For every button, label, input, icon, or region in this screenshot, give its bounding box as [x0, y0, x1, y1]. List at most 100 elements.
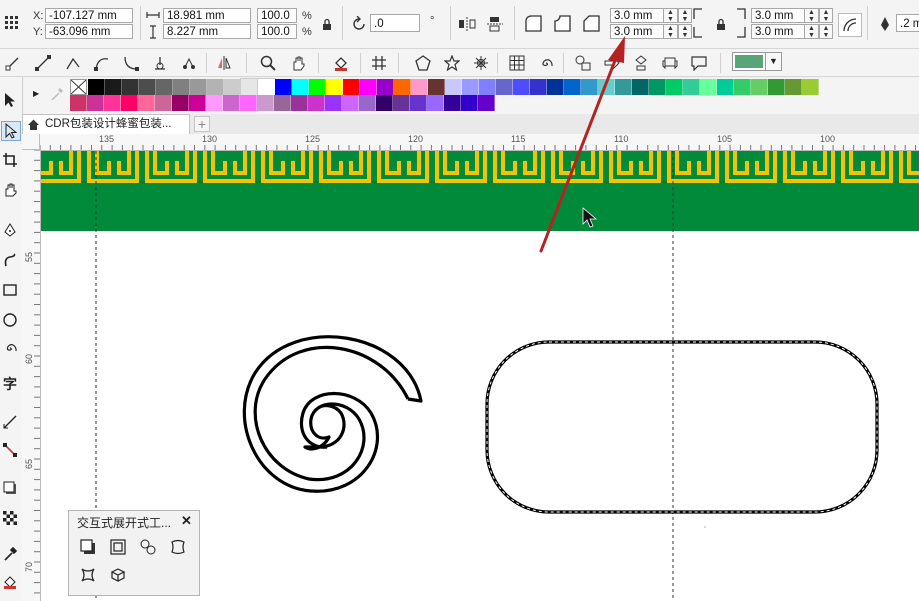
- palette-swatch[interactable]: [683, 79, 700, 95]
- palette-swatch[interactable]: [105, 79, 122, 95]
- palette-swatch[interactable]: [632, 79, 649, 95]
- palette-swatch[interactable]: [224, 79, 241, 95]
- complex-star-icon[interactable]: [472, 54, 490, 72]
- symmetric-node-icon[interactable]: [151, 54, 169, 72]
- docker-close-button[interactable]: ✕: [181, 513, 192, 529]
- drop-shadow-tool-icon[interactable]: [79, 538, 97, 556]
- palette-swatch[interactable]: [751, 79, 768, 95]
- width-field[interactable]: 18.981 mm: [163, 8, 251, 23]
- flowchart-shapes-icon[interactable]: [632, 54, 650, 72]
- text-tool-icon[interactable]: 字: [1, 375, 19, 393]
- reflect-nodes-icon[interactable]: [215, 54, 233, 72]
- chamfered-corner-icon[interactable]: [582, 14, 600, 32]
- palette-swatch[interactable]: [156, 79, 173, 95]
- spinner-small[interactable]: ▲ ▼: [819, 24, 833, 39]
- corner-radius-top-right-spinner[interactable]: ▲ ▼: [805, 8, 819, 23]
- palette-swatch[interactable]: [496, 79, 513, 95]
- scalloped-corner-icon[interactable]: [553, 14, 571, 32]
- graph-paper-icon[interactable]: [508, 54, 526, 72]
- grid-snap-icon[interactable]: [370, 54, 388, 72]
- rotation-field[interactable]: .0: [370, 14, 420, 32]
- palette-swatch[interactable]: [359, 95, 376, 111]
- spiral-icon[interactable]: [537, 54, 555, 72]
- corner-radius-top-left-field[interactable]: 3.0 mm: [610, 8, 664, 23]
- vertical-ruler[interactable]: 55 60 65 70: [22, 150, 41, 601]
- palette-swatch[interactable]: [207, 79, 224, 95]
- palette-swatch[interactable]: [717, 79, 734, 95]
- palette-swatch[interactable]: [734, 79, 751, 95]
- palette-swatch[interactable]: [768, 79, 785, 95]
- dimension-tool-icon[interactable]: [1, 413, 19, 431]
- palette-swatch[interactable]: [393, 95, 410, 111]
- palette-swatch[interactable]: [564, 79, 581, 95]
- palette-eyedropper-icon[interactable]: [50, 87, 64, 104]
- palette-swatch[interactable]: [615, 79, 632, 95]
- palette-swatch[interactable]: [70, 95, 87, 111]
- palette-swatch[interactable]: [139, 79, 156, 95]
- spiral-tool-icon[interactable]: [1, 339, 19, 357]
- palette-swatch[interactable]: [275, 79, 292, 95]
- palette-swatch[interactable]: [461, 95, 478, 111]
- smooth-node-icon[interactable]: [122, 54, 140, 72]
- palette-swatch[interactable]: [802, 79, 819, 95]
- palette-swatch[interactable]: [308, 95, 325, 111]
- palette-swatch[interactable]: [189, 95, 206, 111]
- palette-swatch[interactable]: [478, 95, 495, 111]
- palette-swatch[interactable]: [581, 79, 598, 95]
- palette-swatch[interactable]: [257, 78, 276, 96]
- palette-swatch[interactable]: [598, 79, 615, 95]
- scale-y-field[interactable]: 100.0: [257, 24, 297, 39]
- blend-tool-icon[interactable]: [139, 538, 157, 556]
- corner-radius-bottom-left-field[interactable]: 3.0 mm: [610, 24, 664, 39]
- envelope-tool-icon[interactable]: [79, 566, 97, 584]
- scale-x-field[interactable]: 100.0: [257, 8, 297, 23]
- pan-tool-icon[interactable]: [1, 181, 19, 199]
- palette-swatch[interactable]: [257, 95, 274, 111]
- palette-swatch[interactable]: [138, 95, 155, 111]
- polyline-icon[interactable]: [64, 54, 82, 72]
- tab-document[interactable]: CDR包装设计蜂蜜包装...: [22, 114, 190, 134]
- palette-swatch[interactable]: [785, 79, 802, 95]
- palette-swatch[interactable]: [223, 95, 240, 111]
- palette-swatch[interactable]: [376, 95, 393, 111]
- banner-shapes-icon[interactable]: [661, 54, 679, 72]
- palette-swatch[interactable]: [206, 95, 223, 111]
- corner-radius-top-right-field[interactable]: 3.0 mm: [751, 8, 805, 23]
- arrow-shapes-icon[interactable]: [603, 54, 621, 72]
- green-band[interactable]: [41, 151, 919, 231]
- height-field[interactable]: 8.227 mm: [163, 24, 251, 39]
- palette-swatch[interactable]: [325, 95, 342, 111]
- line-tool-icon[interactable]: [34, 54, 52, 72]
- drop-shadow-tool-icon[interactable]: [1, 479, 19, 497]
- palette-swatch[interactable]: [428, 79, 445, 95]
- palette-swatch[interactable]: [190, 79, 207, 95]
- palette-swatch[interactable]: [444, 95, 461, 111]
- lock-corners-icon[interactable]: [712, 15, 730, 33]
- freehand-tool-icon[interactable]: [1, 221, 19, 239]
- pick-tool-icon[interactable]: [1, 91, 19, 109]
- mirror-horizontal-icon[interactable]: [458, 15, 476, 33]
- palette-swatch[interactable]: [240, 78, 259, 96]
- basic-shapes-icon[interactable]: [574, 54, 592, 72]
- interactive-fill-icon[interactable]: [1, 573, 19, 591]
- rectangle-tool-icon[interactable]: [1, 281, 19, 299]
- corner-radius-top-left-spinner[interactable]: ▲ ▼: [664, 8, 678, 23]
- palette-scroll-icon[interactable]: ▶: [33, 89, 39, 98]
- palette-swatch[interactable]: [342, 95, 359, 111]
- ellipse-tool-icon[interactable]: [1, 311, 19, 329]
- crop-tool-icon[interactable]: [1, 151, 19, 169]
- eyedropper-tool-icon[interactable]: [1, 545, 19, 563]
- object-origin-icon[interactable]: [3, 14, 21, 32]
- palette-swatch[interactable]: [479, 79, 496, 95]
- fill-color-dropdown[interactable]: [732, 52, 766, 71]
- distort-tool-icon[interactable]: [169, 538, 187, 556]
- palette-swatch[interactable]: [87, 95, 104, 111]
- node-add-icon[interactable]: [4, 54, 22, 72]
- transparency-tool-icon[interactable]: [1, 509, 19, 527]
- palette-swatch[interactable]: [173, 79, 190, 95]
- corner-radius-bottom-left-spinner[interactable]: ▲ ▼: [664, 24, 678, 39]
- spinner-small[interactable]: ▲ ▼: [678, 24, 692, 39]
- palette-swatch[interactable]: [445, 79, 462, 95]
- round-corner-icon[interactable]: [524, 14, 542, 32]
- new-tab-button[interactable]: +: [194, 116, 210, 132]
